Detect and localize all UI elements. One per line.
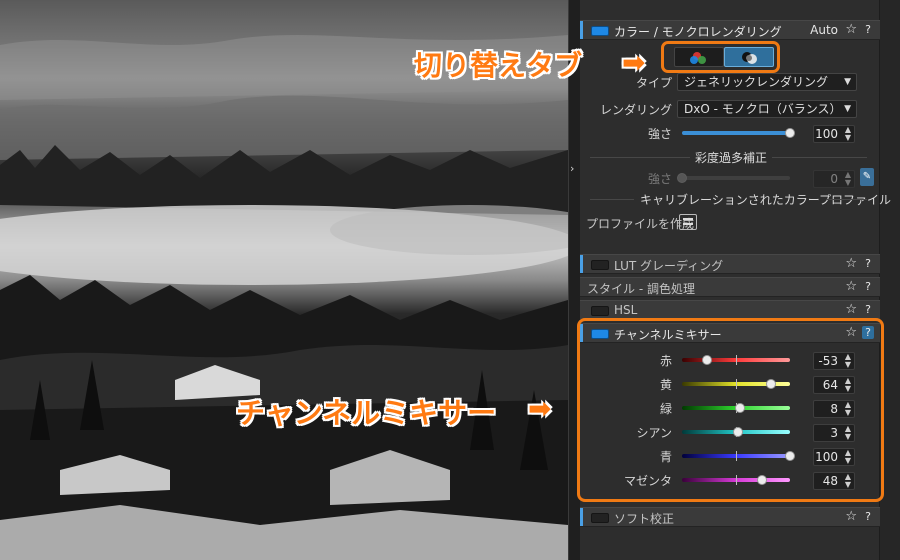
star-icon[interactable]: ☆ — [845, 256, 857, 271]
divider-line — [590, 157, 690, 158]
section-title: LUT グレーディング — [614, 259, 724, 273]
active-indicator — [580, 255, 583, 273]
strength-value: 100 — [815, 127, 838, 141]
section-title: スタイル - 調色処理 — [587, 282, 695, 296]
section-title: カラー / モノクロレンダリング — [614, 25, 782, 39]
help-icon[interactable]: ? — [862, 257, 874, 270]
type-dropdown[interactable]: ジェネリックレンダリング ▼ — [677, 73, 857, 91]
oversat-value: 0 — [830, 172, 838, 186]
chevron-down-icon: ▼ — [844, 104, 851, 114]
oversat-heading: 彩度過多補正 — [695, 151, 768, 165]
type-value: ジェネリックレンダリング — [684, 75, 829, 89]
oversat-slider-handle[interactable] — [677, 173, 687, 183]
collapse-panel-icon[interactable]: › — [570, 162, 578, 176]
section-lut-header[interactable]: LUT グレーディング ☆ ? — [580, 254, 880, 274]
section-color-mono-header[interactable]: カラー / モノクロレンダリング Auto ☆ ? — [580, 20, 880, 40]
channel-mixer-highlight — [577, 318, 884, 502]
create-profile-label: プロファイルを作成 — [586, 217, 695, 231]
switch-tab-callout: 切り替えタブ — [414, 49, 583, 82]
arrow-right-icon: ➡ — [622, 46, 646, 79]
rendering-value: DxO - モノクロ（バランス） — [684, 102, 842, 116]
chevron-down-icon: ▼ — [844, 77, 851, 87]
oversat-slider-track[interactable] — [682, 176, 790, 180]
divider-line — [772, 157, 867, 158]
divider-line — [590, 199, 634, 200]
section-soft-proof-header[interactable]: ソフト校正 ☆ ? — [580, 507, 880, 527]
auto-button[interactable]: Auto — [810, 23, 838, 37]
oversat-input[interactable]: 0 ▲ ▼ — [813, 170, 855, 188]
star-icon[interactable]: ☆ — [845, 509, 857, 524]
landscape-image — [0, 35, 568, 560]
strength-slider-handle[interactable] — [785, 128, 795, 138]
divider-line — [826, 199, 867, 200]
channel-mixer-callout: チャンネルミキサー — [236, 396, 497, 430]
star-icon[interactable]: ☆ — [845, 279, 857, 294]
arrow-right-icon: ➡ — [528, 392, 552, 425]
help-icon[interactable]: ? — [862, 280, 874, 293]
strength-slider-track[interactable] — [682, 131, 790, 135]
help-icon[interactable]: ? — [862, 303, 874, 316]
hsl-toggle[interactable] — [591, 306, 609, 316]
strength-label: 強さ — [647, 127, 672, 141]
star-icon[interactable]: ☆ — [845, 302, 857, 317]
section-title: ソフト校正 — [614, 512, 675, 526]
section-style-header[interactable]: スタイル - 調色処理 ☆ ? — [580, 277, 880, 297]
star-icon[interactable]: ☆ — [845, 22, 857, 37]
eyedropper-icon[interactable]: ✎ — [860, 168, 874, 186]
soft-proof-toggle[interactable] — [591, 513, 609, 523]
switch-tab-highlight — [661, 41, 780, 73]
lut-toggle[interactable] — [591, 260, 609, 270]
create-profile-icon[interactable] — [679, 214, 697, 230]
active-indicator — [580, 508, 583, 526]
help-icon[interactable]: ? — [862, 23, 874, 36]
color-mono-toggle[interactable] — [591, 26, 609, 36]
spinner-icon[interactable]: ▲ ▼ — [845, 171, 851, 187]
oversat-strength-label: 強さ — [647, 172, 672, 186]
active-indicator — [580, 21, 583, 39]
help-icon[interactable]: ? — [862, 510, 874, 523]
strength-input[interactable]: 100 ▲ ▼ — [813, 125, 855, 143]
section-hsl-header[interactable]: HSL ☆ ? — [580, 300, 880, 320]
photo-preview — [0, 0, 568, 560]
section-title: HSL — [614, 303, 638, 317]
rendering-label: レンダリング — [599, 103, 672, 117]
rendering-dropdown[interactable]: DxO - モノクロ（バランス） ▼ — [677, 100, 857, 118]
spinner-icon[interactable]: ▲ ▼ — [845, 126, 851, 142]
